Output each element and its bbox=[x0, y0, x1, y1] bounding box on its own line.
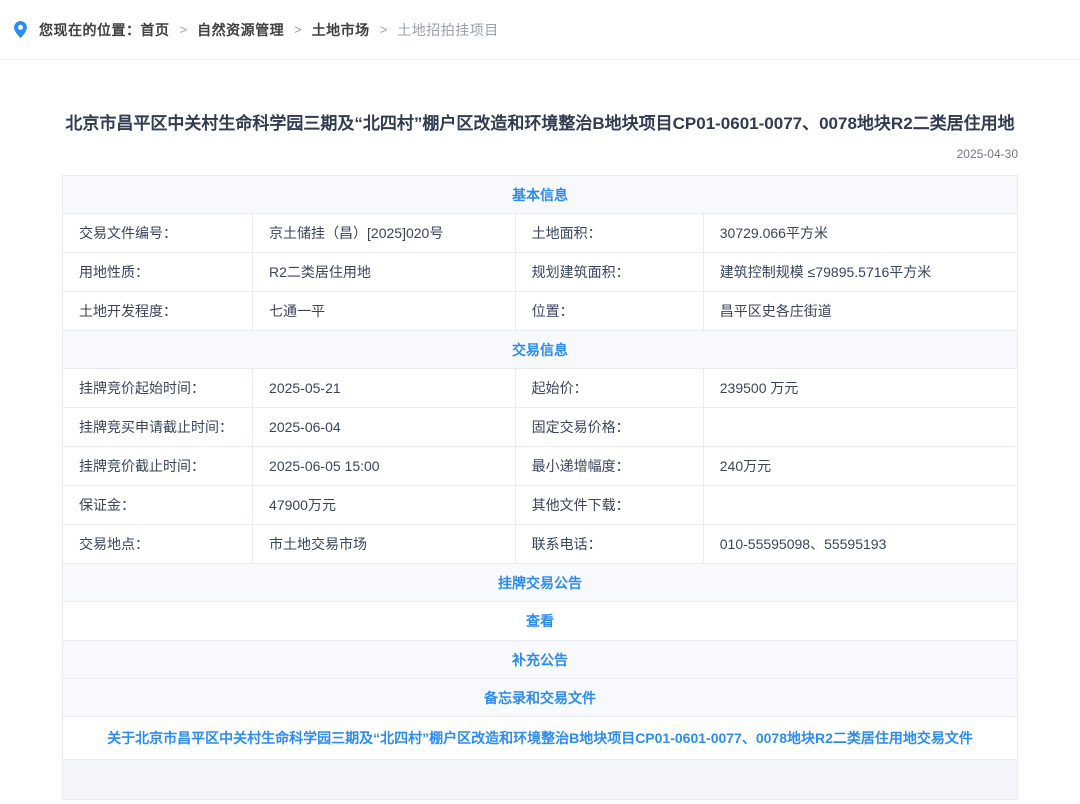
field-value bbox=[703, 408, 1017, 447]
breadcrumb-separator: > bbox=[294, 22, 302, 37]
section-title: 补充公告 bbox=[63, 641, 1018, 679]
field-label: 规划建筑面积： bbox=[515, 253, 703, 292]
breadcrumb: 您现在的位置： 首页 > 自然资源管理 > 土地市场 > 土地招拍挂项目 bbox=[0, 0, 1080, 60]
section-title: 挂牌交易公告 bbox=[63, 564, 1018, 602]
field-value: 2025-05-21 bbox=[253, 369, 516, 408]
section-header-basic-info: 基本信息 bbox=[63, 176, 1018, 214]
field-value: 昌平区史各庄街道 bbox=[703, 292, 1017, 331]
field-label: 土地面积： bbox=[515, 214, 703, 253]
section-header-listing-announcement: 挂牌交易公告 bbox=[63, 564, 1018, 602]
field-value: 京土储挂（昌）[2025]020号 bbox=[253, 214, 516, 253]
field-value: 240万元 bbox=[703, 447, 1017, 486]
field-label: 交易文件编号： bbox=[63, 214, 253, 253]
view-announcement-link-row[interactable]: 查看 bbox=[63, 602, 1018, 641]
field-label: 挂牌竞买申请截止时间： bbox=[63, 408, 253, 447]
field-value bbox=[703, 486, 1017, 525]
section-title: 交易信息 bbox=[63, 331, 1018, 369]
transaction-document-link-row[interactable]: 关于北京市昌平区中关村生命科学园三期及“北四村”棚户区改造和环境整治B地块项目C… bbox=[63, 717, 1018, 760]
section-header-memo-and-documents: 备忘录和交易文件 bbox=[63, 679, 1018, 717]
breadcrumb-prefix: 您现在的位置： bbox=[39, 20, 141, 40]
project-info-table: 基本信息 交易文件编号： 京土储挂（昌）[2025]020号 土地面积： 307… bbox=[62, 175, 1018, 800]
table-row: 交易地点： 市土地交易市场 联系电话： 010-55595098、5559519… bbox=[63, 525, 1018, 564]
page-title: 北京市昌平区中关村生命科学园三期及“北四村”棚户区改造和环境整治B地块项目CP0… bbox=[62, 110, 1018, 137]
table-row: 土地开发程度： 七通一平 位置： 昌平区史各庄街道 bbox=[63, 292, 1018, 331]
field-label: 起始价： bbox=[515, 369, 703, 408]
field-label: 最小递增幅度： bbox=[515, 447, 703, 486]
breadcrumb-item-natural-resources[interactable]: 自然资源管理 bbox=[197, 20, 284, 40]
table-row: 交易文件编号： 京土储挂（昌）[2025]020号 土地面积： 30729.06… bbox=[63, 214, 1018, 253]
breadcrumb-item-current-page: 土地招拍挂项目 bbox=[397, 20, 499, 40]
field-value: 239500 万元 bbox=[703, 369, 1017, 408]
field-label: 交易地点： bbox=[63, 525, 253, 564]
field-value: 010-55595098、55595193 bbox=[703, 525, 1017, 564]
field-value: 2025-06-05 15:00 bbox=[253, 447, 516, 486]
transaction-document-link[interactable]: 关于北京市昌平区中关村生命科学园三期及“北四村”棚户区改造和环境整治B地块项目C… bbox=[63, 717, 1018, 760]
field-value: 30729.066平方米 bbox=[703, 214, 1017, 253]
main-content: 北京市昌平区中关村生命科学园三期及“北四村”棚户区改造和环境整治B地块项目CP0… bbox=[62, 110, 1018, 800]
field-label: 保证金： bbox=[63, 486, 253, 525]
field-label: 其他文件下载： bbox=[515, 486, 703, 525]
field-label: 用地性质： bbox=[63, 253, 253, 292]
section-header-supplementary-announcement: 补充公告 bbox=[63, 641, 1018, 679]
field-label: 联系电话： bbox=[515, 525, 703, 564]
table-row: 挂牌竞买申请截止时间： 2025-06-04 固定交易价格： bbox=[63, 408, 1018, 447]
breadcrumb-item-home[interactable]: 首页 bbox=[141, 20, 170, 40]
location-pin-icon bbox=[14, 21, 27, 38]
section-header-transaction-info: 交易信息 bbox=[63, 331, 1018, 369]
breadcrumb-separator: > bbox=[180, 22, 188, 37]
table-row: 保证金： 47900万元 其他文件下载： bbox=[63, 486, 1018, 525]
table-row: 挂牌竞价截止时间： 2025-06-05 15:00 最小递增幅度： 240万元 bbox=[63, 447, 1018, 486]
breadcrumb-item-land-market[interactable]: 土地市场 bbox=[312, 20, 370, 40]
section-title: 备忘录和交易文件 bbox=[63, 679, 1018, 717]
field-label: 挂牌竞价起始时间： bbox=[63, 369, 253, 408]
table-row: 用地性质： R2二类居住用地 规划建筑面积： 建筑控制规模 ≤79895.571… bbox=[63, 253, 1018, 292]
field-value: 建筑控制规模 ≤79895.5716平方米 bbox=[703, 253, 1017, 292]
field-value: 七通一平 bbox=[253, 292, 516, 331]
section-title: 基本信息 bbox=[63, 176, 1018, 214]
field-value: 市土地交易市场 bbox=[253, 525, 516, 564]
field-label: 土地开发程度： bbox=[63, 292, 253, 331]
field-label: 位置： bbox=[515, 292, 703, 331]
table-row: 挂牌竞价起始时间： 2025-05-21 起始价： 239500 万元 bbox=[63, 369, 1018, 408]
field-value: 2025-06-04 bbox=[253, 408, 516, 447]
field-label: 挂牌竞价截止时间： bbox=[63, 447, 253, 486]
publish-date: 2025-04-30 bbox=[62, 147, 1018, 161]
field-label: 固定交易价格： bbox=[515, 408, 703, 447]
field-value: R2二类居住用地 bbox=[253, 253, 516, 292]
table-row-partial bbox=[63, 760, 1018, 800]
view-link[interactable]: 查看 bbox=[63, 602, 1018, 641]
field-value: 47900万元 bbox=[253, 486, 516, 525]
breadcrumb-separator: > bbox=[380, 22, 388, 37]
